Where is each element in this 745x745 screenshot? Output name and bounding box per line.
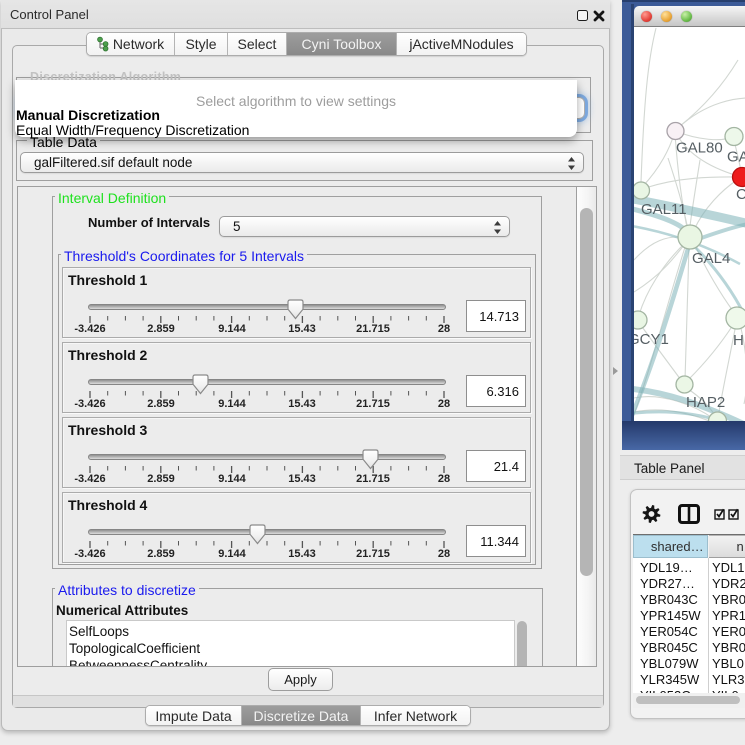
svg-text:GA: GA — [727, 149, 745, 166]
svg-text:GAL11: GAL11 — [641, 201, 687, 218]
svg-text:HAP2: HAP2 — [686, 394, 725, 411]
svg-text:H: H — [733, 332, 744, 349]
svg-text:GAL4: GAL4 — [692, 250, 730, 267]
svg-text:GAL80: GAL80 — [676, 140, 723, 157]
svg-text:C: C — [736, 186, 745, 203]
svg-text:GCY1: GCY1 — [634, 331, 669, 348]
